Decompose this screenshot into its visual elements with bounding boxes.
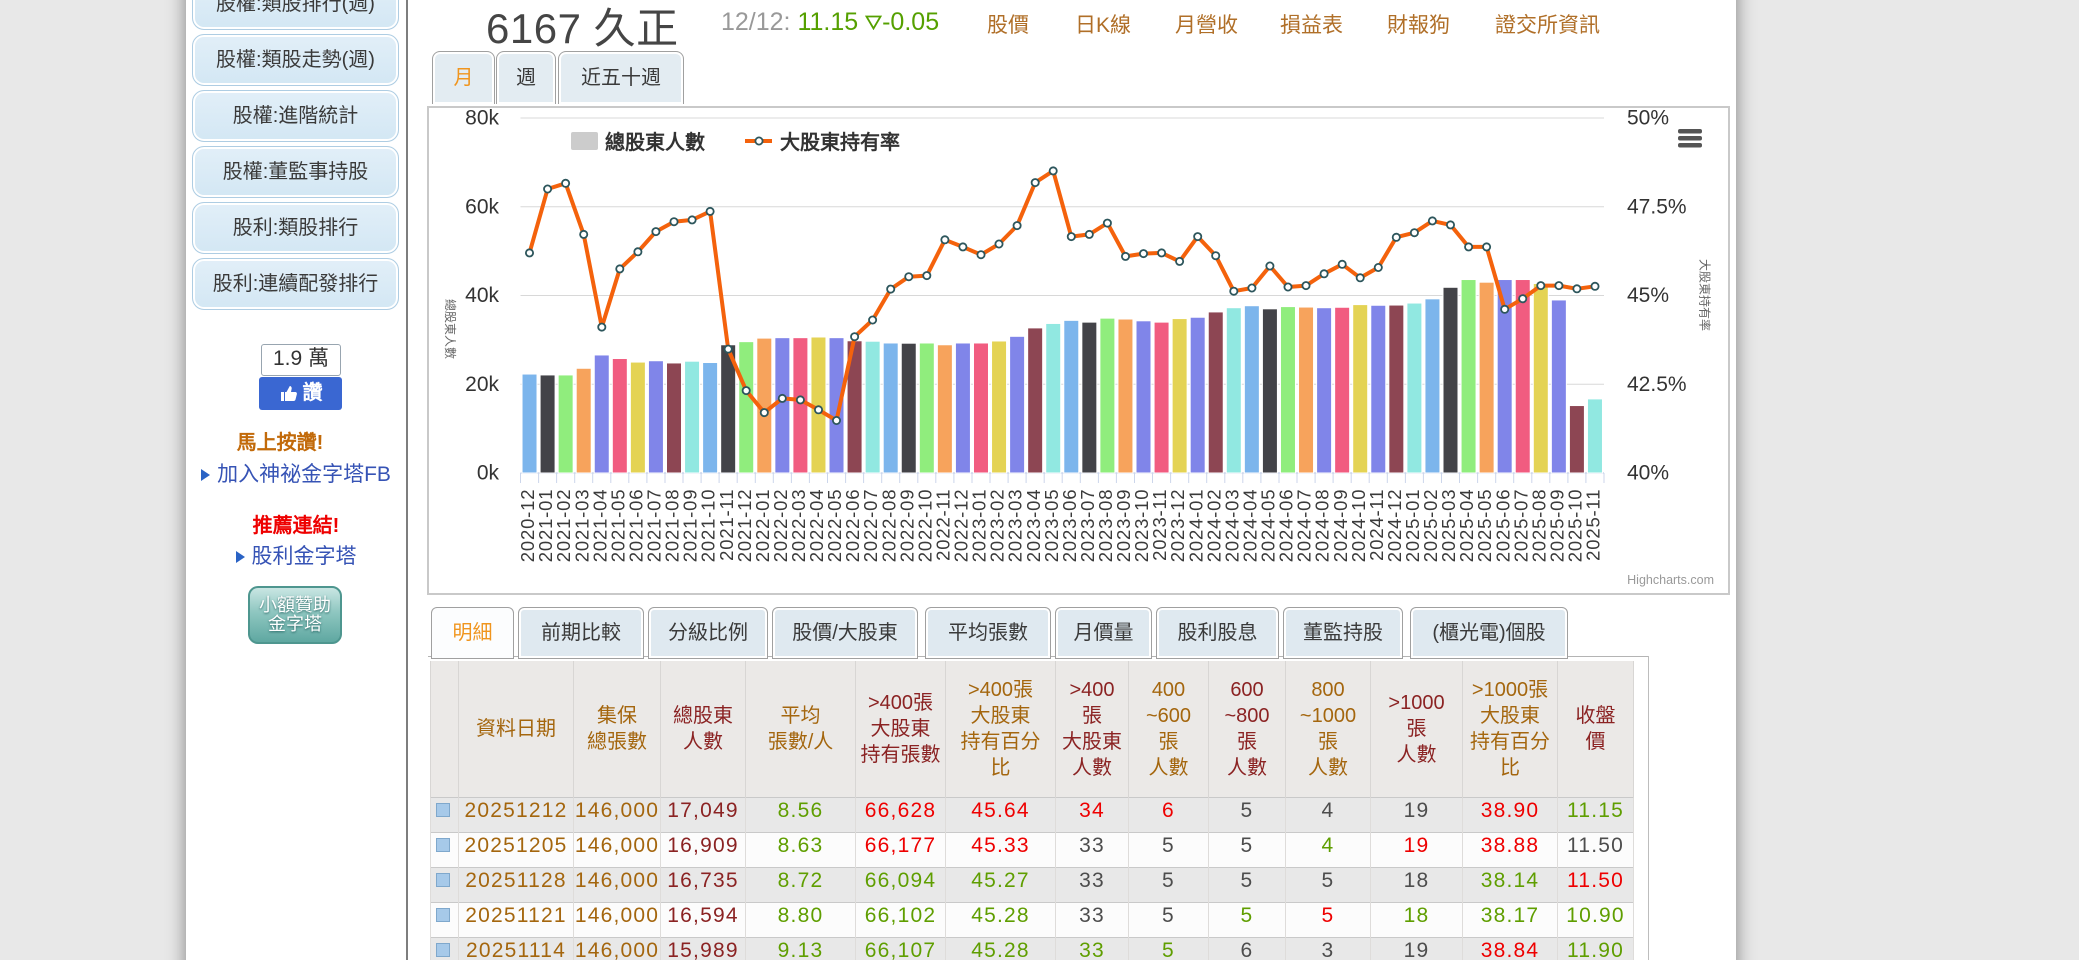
svg-text:40%: 40% [1627, 462, 1669, 485]
svg-text:20k: 20k [465, 373, 499, 396]
svg-text:42.5%: 42.5% [1627, 373, 1687, 396]
svg-text:大股東持有率: 大股東持有率 [780, 130, 900, 154]
svg-text:0k: 0k [477, 462, 500, 485]
svg-text:80k: 80k [465, 108, 499, 130]
svg-text:40k: 40k [465, 284, 499, 307]
svg-text:60k: 60k [465, 195, 499, 218]
svg-text:Highcharts.com: Highcharts.com [1627, 573, 1714, 587]
svg-text:大股東持有率: 大股東持有率 [1698, 259, 1713, 331]
svg-text:2025-11: 2025-11 [1583, 489, 1604, 561]
svg-text:總股東人數: 總股東人數 [605, 130, 705, 154]
svg-text:50%: 50% [1627, 108, 1669, 130]
svg-text:45%: 45% [1627, 284, 1669, 307]
svg-text:47.5%: 47.5% [1627, 195, 1687, 218]
svg-text:總股東人數: 總股東人數 [443, 299, 458, 359]
